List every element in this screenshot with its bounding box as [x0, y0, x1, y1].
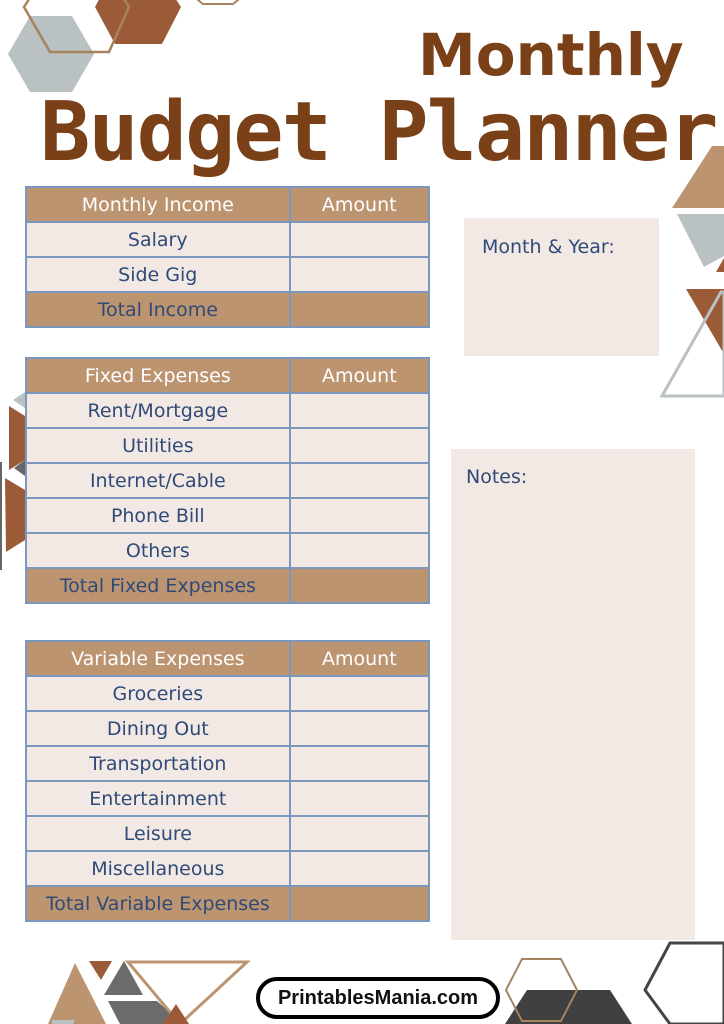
month-year-label: Month & Year:: [482, 236, 615, 258]
shape-charcoal-bottom-decoration: [108, 1001, 183, 1024]
amount-field-groceries[interactable]: [288, 675, 431, 712]
table-row: Others: [25, 532, 431, 569]
hexagon-rust-decoration: [95, 0, 181, 44]
table-row: Side Gig: [25, 256, 430, 293]
amount-field-transportation[interactable]: [288, 745, 431, 782]
table-header-row: Variable Expenses Amount: [25, 640, 431, 677]
income-table: Monthly Income Amount Salary Side Gig To…: [25, 186, 430, 328]
row-label-phone-bill: Phone Bill: [25, 497, 291, 534]
amount-field-miscellaneous[interactable]: [288, 850, 431, 887]
notes-label: Notes:: [466, 466, 528, 488]
row-label-salary: Salary: [25, 221, 291, 258]
amount-field-internet-cable[interactable]: [288, 462, 431, 499]
triangle-rust-decoration: [686, 289, 724, 354]
total-variable-field[interactable]: [288, 885, 431, 922]
hexagon-small-outline-decoration: [196, 0, 240, 5]
hexagon-outline-bottom-decoration: [504, 958, 579, 1022]
total-income-field[interactable]: [288, 291, 430, 328]
triangle-charcoal-bottom-decoration: [104, 961, 143, 995]
amount-field-leisure[interactable]: [288, 815, 431, 852]
title-monthly: Monthly: [418, 21, 684, 89]
table-row: Internet/Cable: [25, 462, 431, 499]
brand-watermark: PrintablesMania.com: [256, 977, 500, 1019]
triangle-rust-small-decoration: [716, 258, 724, 272]
table-row: Miscellaneous: [25, 850, 431, 887]
triangle-rust-bottom2-decoration: [163, 1004, 189, 1024]
triangle-gray-decoration: [677, 214, 724, 267]
table-row: Salary: [25, 221, 430, 258]
triangle-gray-left-decoration: [13, 392, 25, 408]
notes-box[interactable]: Notes:: [451, 449, 695, 940]
table-row: Dining Out: [25, 710, 431, 747]
income-header-label: Monthly Income: [25, 186, 291, 223]
triangle-outline-decoration: [659, 290, 724, 398]
month-year-box[interactable]: Month & Year:: [464, 218, 659, 356]
shape-rust-left-decoration: [9, 406, 25, 470]
fixed-expenses-table: Fixed Expenses Amount Rent/Mortgage Util…: [25, 357, 431, 604]
table-row: Utilities: [25, 427, 431, 464]
variable-header-label: Variable Expenses: [25, 640, 291, 677]
triangle-tan-bottom-decoration: [48, 963, 106, 1024]
row-label-transportation: Transportation: [25, 745, 291, 782]
row-label-dining-out: Dining Out: [25, 710, 291, 747]
total-fixed-label: Total Fixed Expenses: [25, 567, 291, 604]
table-row: Groceries: [25, 675, 431, 712]
amount-field-side-gig[interactable]: [288, 256, 430, 293]
row-label-side-gig: Side Gig: [25, 256, 291, 293]
triangle-charcoal-left-decoration: [14, 460, 25, 476]
row-label-groceries: Groceries: [25, 675, 291, 712]
table-row: Transportation: [25, 745, 431, 782]
total-row: Total Fixed Expenses: [25, 567, 431, 604]
table-header-row: Monthly Income Amount: [25, 186, 430, 223]
title-budget-planner: Budget Planner: [40, 85, 718, 180]
table-header-row: Fixed Expenses Amount: [25, 357, 431, 394]
amount-field-dining-out[interactable]: [288, 710, 431, 747]
total-row: Total Income: [25, 291, 430, 328]
row-label-entertainment: Entertainment: [25, 780, 291, 817]
shape-gray-bottom-decoration: [52, 1020, 75, 1024]
table-row: Rent/Mortgage: [25, 392, 431, 429]
fixed-header-label: Fixed Expenses: [25, 357, 291, 394]
amount-field-phone-bill[interactable]: [288, 497, 431, 534]
triangle-outline-bottom-decoration: [124, 960, 251, 1024]
row-label-others: Others: [25, 532, 291, 569]
amount-field-entertainment[interactable]: [288, 780, 431, 817]
row-label-leisure: Leisure: [25, 815, 291, 852]
row-label-miscellaneous: Miscellaneous: [25, 850, 291, 887]
amount-field-rent-mortgage[interactable]: [288, 392, 431, 429]
table-row: Leisure: [25, 815, 431, 852]
fixed-header-amount: Amount: [288, 357, 431, 394]
brand-text: PrintablesMania.com: [277, 986, 479, 1009]
hexagon-outline-decoration: [22, 0, 131, 54]
bar-charcoal-left-decoration: [0, 462, 2, 570]
row-label-utilities: Utilities: [25, 427, 291, 464]
total-row: Total Variable Expenses: [25, 885, 431, 922]
table-row: Phone Bill: [25, 497, 431, 534]
shape-rust-left2-decoration: [5, 478, 25, 552]
amount-field-salary[interactable]: [288, 221, 430, 258]
total-fixed-field[interactable]: [288, 567, 431, 604]
variable-expenses-table: Variable Expenses Amount Groceries Dinin…: [25, 640, 431, 922]
variable-header-amount: Amount: [288, 640, 431, 677]
triangle-rust-bottom-decoration: [89, 961, 112, 980]
income-header-amount: Amount: [288, 186, 430, 223]
trapezoid-charcoal-decoration: [505, 990, 632, 1024]
total-income-label: Total Income: [25, 291, 291, 328]
total-variable-label: Total Variable Expenses: [25, 885, 291, 922]
hexagon-gray-decoration: [8, 16, 94, 92]
row-label-rent-mortgage: Rent/Mortgage: [25, 392, 291, 429]
table-row: Entertainment: [25, 780, 431, 817]
hexagon-charcoal-outline-decoration: [643, 941, 724, 1024]
amount-field-others[interactable]: [288, 532, 431, 569]
amount-field-utilities[interactable]: [288, 427, 431, 464]
row-label-internet-cable: Internet/Cable: [25, 462, 291, 499]
